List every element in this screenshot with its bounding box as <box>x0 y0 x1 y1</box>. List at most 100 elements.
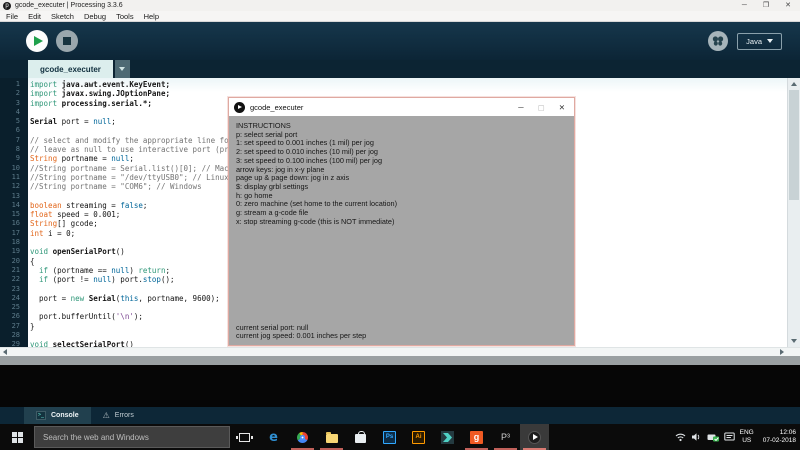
play-icon <box>34 36 43 46</box>
stop-button[interactable] <box>56 30 78 52</box>
processing-icon[interactable]: P³ <box>491 424 520 450</box>
usb-safely-remove-icon[interactable] <box>707 432 719 442</box>
menu-debug[interactable]: Debug <box>84 12 106 21</box>
sketch-popup-window: gcode_executer ─ ▢ ✕ INSTRUCTIONSp: sele… <box>228 97 575 346</box>
line-number: 4 <box>0 108 24 117</box>
action-center-icon[interactable] <box>724 432 735 442</box>
line-number: 18 <box>0 238 24 247</box>
scroll-up-icon[interactable] <box>791 82 797 86</box>
line-number: 12 <box>0 182 24 191</box>
g-app-icon[interactable]: g <box>462 424 491 450</box>
language-indicator[interactable]: ENG US <box>740 429 754 445</box>
chrome-icon[interactable] <box>288 424 317 450</box>
popup-titlebar[interactable]: gcode_executer ─ ▢ ✕ <box>229 98 574 116</box>
illustrator-icon[interactable]: Ai <box>404 424 433 450</box>
butterfly-icon <box>712 36 724 46</box>
sketch-tab-bar: gcode_executer <box>0 60 800 78</box>
debug-button[interactable] <box>708 31 728 51</box>
instruction-line: $: display grbl settings <box>236 183 567 192</box>
popup-canvas: INSTRUCTIONSp: select serial port1: set … <box>229 116 574 345</box>
scroll-down-icon[interactable] <box>791 339 797 343</box>
footer-tab-bar: >_ Console ⚠ Errors <box>0 407 800 424</box>
close-icon[interactable]: ✕ <box>785 0 791 11</box>
line-number: 17 <box>0 229 24 238</box>
mode-selector[interactable]: Java <box>737 33 782 50</box>
vertical-scrollbar[interactable] <box>787 78 800 347</box>
file-explorer-icon[interactable] <box>317 424 346 450</box>
restore-icon[interactable]: ❐ <box>763 0 769 11</box>
system-tray: ENG US 12:06 07-02-2018 <box>675 424 800 450</box>
network-icon[interactable] <box>675 432 686 442</box>
warning-icon: ⚠ <box>103 412 110 420</box>
errors-tab-label: Errors <box>115 412 134 419</box>
line-number: 21 <box>0 266 24 275</box>
menu-file[interactable]: File <box>6 12 18 21</box>
message-strip <box>0 356 800 365</box>
windows-store-icon[interactable] <box>346 424 375 450</box>
scroll-left-icon[interactable] <box>3 349 7 355</box>
minimize-icon[interactable]: ─ <box>742 0 747 11</box>
line-number: 23 <box>0 285 24 294</box>
line-number: 15 <box>0 210 24 219</box>
chevron-down-icon <box>119 67 125 71</box>
taskbar-icons: e PsAi gP³ <box>230 424 549 450</box>
date-label: 07-02-2018 <box>763 437 796 445</box>
chevron-down-icon <box>767 39 773 43</box>
code-line[interactable]: 1import java.awt.event.KeyEvent; <box>0 80 787 89</box>
tab-console[interactable]: >_ Console <box>24 407 91 424</box>
clock[interactable]: 12:06 07-02-2018 <box>759 429 796 445</box>
task-view-icon[interactable] <box>230 424 259 450</box>
scroll-right-icon[interactable] <box>780 349 784 355</box>
menu-tools[interactable]: Tools <box>116 12 134 21</box>
toolbar: Java <box>0 22 800 60</box>
dev-tool-icon[interactable] <box>433 424 462 450</box>
language-line1: ENG <box>740 429 754 437</box>
edge-icon[interactable]: e <box>259 424 288 450</box>
line-number: 6 <box>0 126 24 135</box>
speaker-icon[interactable] <box>691 432 702 442</box>
console-output <box>0 365 800 407</box>
processing-ide-window: p gcode_executer | Processing 3.3.6 ─ ❐ … <box>0 0 800 450</box>
terminal-icon: >_ <box>36 411 46 420</box>
line-number: 27 <box>0 322 24 331</box>
mode-label: Java <box>746 37 762 46</box>
window-title: gcode_executer | Processing 3.3.6 <box>15 2 742 9</box>
line-number: 28 <box>0 331 24 340</box>
tab-gcode-executer[interactable]: gcode_executer <box>28 60 113 78</box>
photoshop-icon[interactable]: Ps <box>375 424 404 450</box>
line-number: 5 <box>0 117 24 126</box>
start-button[interactable] <box>0 424 34 450</box>
tab-errors[interactable]: ⚠ Errors <box>91 407 146 424</box>
menu-sketch[interactable]: Sketch <box>51 12 74 21</box>
menu-help[interactable]: Help <box>144 12 159 21</box>
processing-app-icon: p <box>3 2 11 10</box>
menu-bar: File Edit Sketch Debug Tools Help <box>0 11 800 22</box>
sketch-play-icon <box>234 102 245 113</box>
line-number: 10 <box>0 164 24 173</box>
line-number: 1 <box>0 80 24 89</box>
menu-edit[interactable]: Edit <box>28 12 41 21</box>
line-number: 19 <box>0 247 24 256</box>
taskbar-search-input[interactable] <box>34 426 230 448</box>
horizontal-scrollbar[interactable] <box>0 347 800 356</box>
scrollbar-thumb[interactable] <box>789 90 799 200</box>
popup-close-icon[interactable]: ✕ <box>559 103 565 112</box>
sketch-window-icon[interactable] <box>520 424 549 450</box>
console-tab-label: Console <box>51 412 79 419</box>
windows-taskbar: e PsAi gP³ ENG US <box>0 424 800 450</box>
run-button[interactable] <box>26 30 48 52</box>
line-number: 25 <box>0 303 24 312</box>
popup-title: gcode_executer <box>250 103 518 112</box>
line-number: 11 <box>0 173 24 182</box>
tab-menu-button[interactable] <box>115 60 130 78</box>
line-number: 26 <box>0 312 24 321</box>
line-number: 24 <box>0 294 24 303</box>
line-number: 9 <box>0 154 24 163</box>
line-number: 20 <box>0 257 24 266</box>
popup-minimize-icon[interactable]: ─ <box>518 103 523 112</box>
status-text: current serial port: null current jog sp… <box>236 324 366 341</box>
language-line2: US <box>740 437 754 445</box>
line-number: 22 <box>0 275 24 284</box>
popup-maximize-icon: ▢ <box>538 103 545 112</box>
line-number: 29 <box>0 340 24 347</box>
